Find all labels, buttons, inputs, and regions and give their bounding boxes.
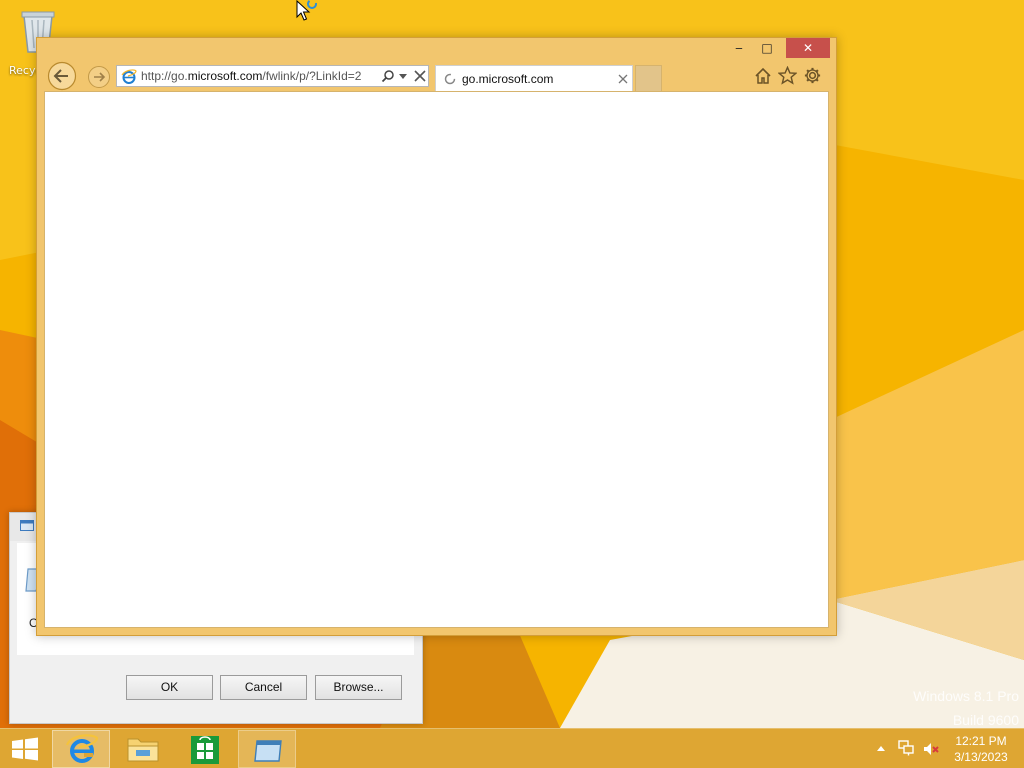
taskbar-file-explorer[interactable]	[114, 730, 172, 768]
show-hidden-icons-icon[interactable]	[876, 744, 886, 752]
ie-page-icon	[121, 69, 137, 84]
new-tab-button[interactable]	[635, 65, 662, 91]
ok-button[interactable]: OK	[126, 675, 213, 700]
url-suffix: /fwlink/p/?LinkId=2	[262, 69, 362, 83]
tab-go-microsoft[interactable]: go.microsoft.com	[435, 65, 633, 91]
internet-explorer-icon	[65, 734, 99, 763]
cancel-button[interactable]: Cancel	[220, 675, 307, 700]
internet-explorer-window[interactable]: ‒ □ ✕ http://go.microsoft.com/fwlink/p/?…	[36, 37, 837, 636]
forward-arrow-icon[interactable]	[87, 65, 111, 89]
watermark-edition: Windows 8.1 Pro	[913, 688, 1019, 704]
clock-date: 3/13/2023	[954, 750, 1008, 764]
close-button[interactable]: ✕	[786, 38, 830, 58]
os-watermark: Windows 8.1 Pro Build 9600	[913, 684, 1019, 732]
close-tab-icon[interactable]	[618, 74, 628, 84]
loading-spinner-icon	[444, 73, 456, 85]
stop-icon[interactable]	[414, 70, 426, 82]
chevron-down-icon[interactable]	[399, 74, 407, 80]
browse-button[interactable]: Browse...	[315, 675, 402, 700]
store-icon	[191, 736, 219, 764]
maximize-button[interactable]: □	[754, 38, 780, 58]
system-clock[interactable]: 12:21 PM 3/13/2023	[946, 733, 1016, 765]
volume-muted-icon[interactable]	[922, 741, 940, 757]
url-domain: microsoft.com	[187, 69, 263, 83]
address-url[interactable]: http://go.microsoft.com/fwlink/p/?LinkId…	[141, 69, 377, 83]
search-icon[interactable]	[381, 69, 395, 83]
home-icon[interactable]	[754, 67, 772, 85]
taskbar-windows-store[interactable]	[176, 730, 234, 768]
star-icon[interactable]	[778, 66, 797, 85]
network-icon[interactable]	[897, 740, 915, 756]
folder-icon	[127, 738, 159, 762]
page-content[interactable]	[44, 91, 829, 628]
taskbar: 12:21 PM 3/13/2023	[0, 728, 1024, 768]
tab-title: go.microsoft.com	[462, 72, 554, 86]
clock-time: 12:21 PM	[955, 734, 1007, 748]
run-window-icon	[254, 740, 282, 762]
back-arrow-icon[interactable]	[47, 61, 77, 91]
minimize-button[interactable]: ‒	[726, 38, 752, 58]
busy-cursor-icon	[296, 0, 317, 21]
windows-start-icon[interactable]	[0, 729, 50, 768]
url-prefix: http://go.	[141, 69, 188, 83]
taskbar-internet-explorer[interactable]	[52, 730, 110, 768]
gear-icon[interactable]	[803, 66, 822, 85]
taskbar-run-dialog[interactable]	[238, 730, 296, 768]
address-bar[interactable]: http://go.microsoft.com/fwlink/p/?LinkId…	[116, 65, 429, 87]
run-dialog-icon	[20, 520, 34, 531]
desktop: Recycle Bin O OK Cancel Browse... ‒ □ ✕	[0, 0, 1024, 768]
